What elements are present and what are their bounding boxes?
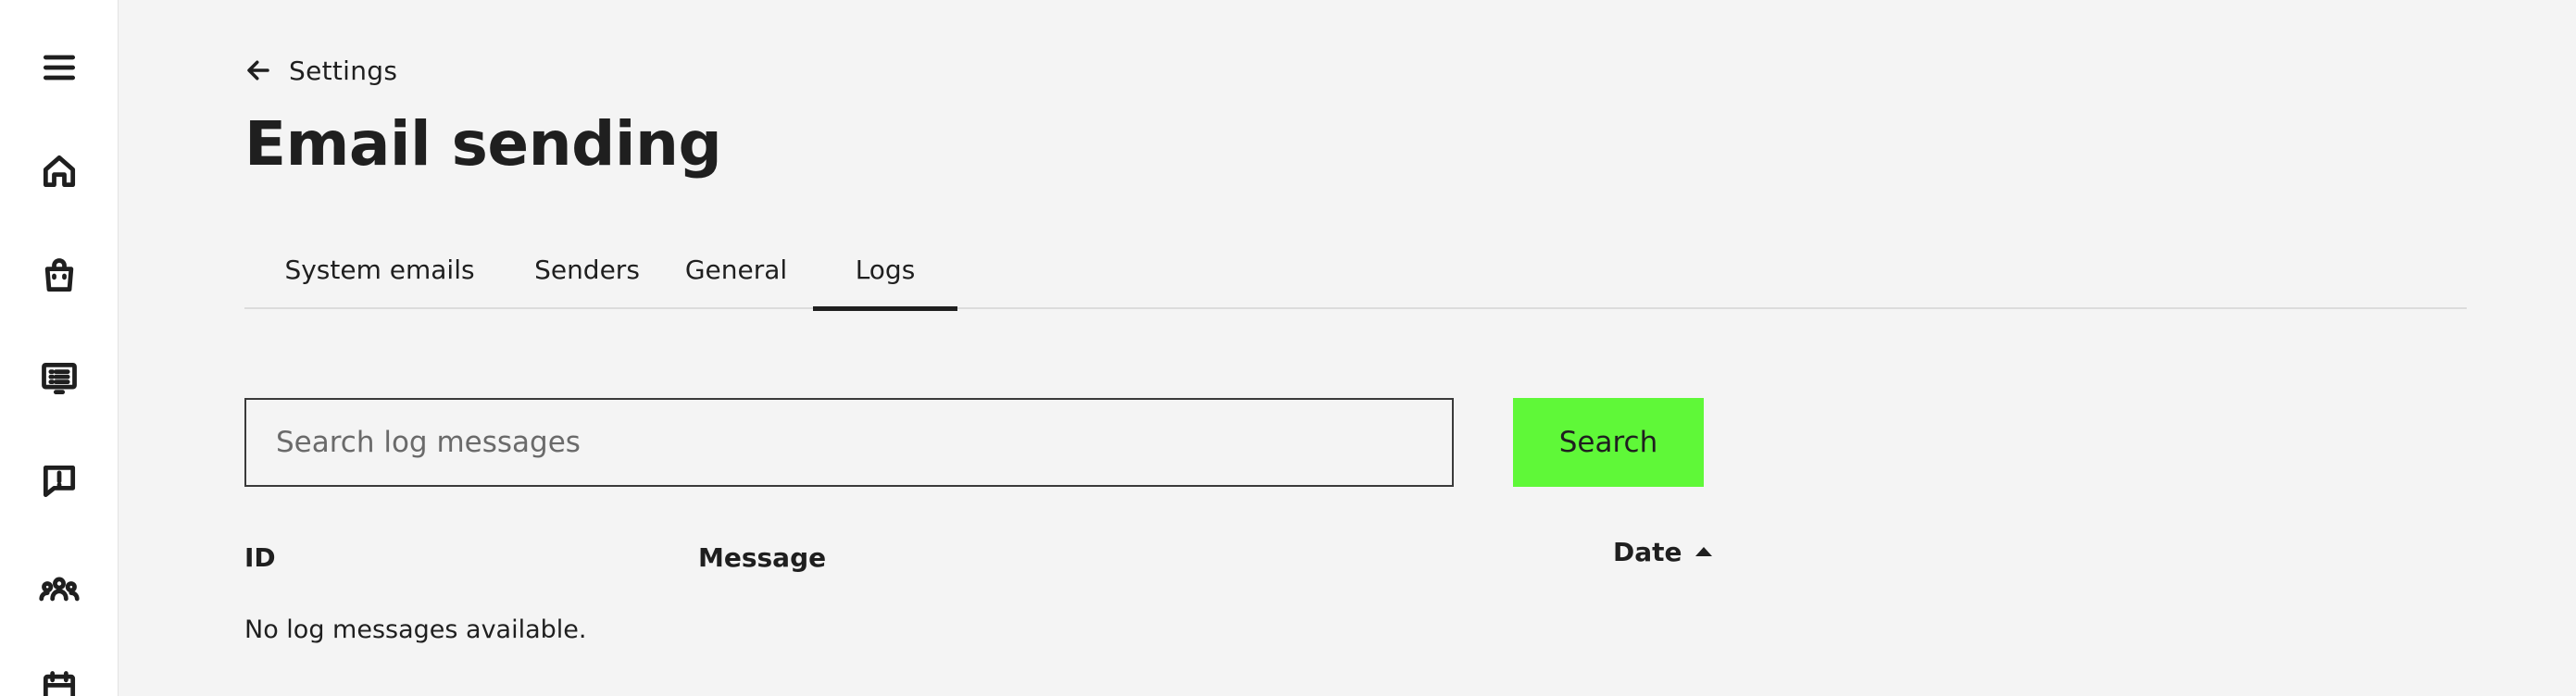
calendar-icon[interactable] [35,665,83,696]
breadcrumb[interactable]: Settings [244,52,397,89]
search-input[interactable] [244,398,1454,487]
tab-system-emails[interactable]: System emails [244,230,515,309]
tab-general[interactable]: General [659,230,813,309]
page-title: Email sending [244,108,722,180]
users-group-icon[interactable] [35,565,83,613]
column-header-date[interactable]: Date [1613,533,1712,570]
arrow-left-icon [247,60,269,81]
main-content: Settings Email sending System emails Sen… [119,0,2576,696]
breadcrumb-label: Settings [289,55,398,86]
column-header-message: Message [698,541,827,573]
tab-senders[interactable]: Senders [515,230,659,309]
sidebar [0,0,119,696]
alert-message-icon[interactable] [35,457,83,505]
empty-table-message: No log messages available. [244,615,587,644]
tab-logs[interactable]: Logs [813,230,957,311]
home-icon[interactable] [35,147,83,195]
menu-icon[interactable] [35,44,83,92]
sort-ascending-icon [1694,547,1712,556]
column-header-date-label: Date [1613,536,1682,567]
column-header-id: ID [244,541,276,573]
list-screen-icon[interactable] [35,354,83,403]
shopping-bag-icon[interactable] [35,252,83,300]
search-button[interactable]: Search [1513,398,1704,487]
tab-bar: System emails Senders General Logs [244,230,2467,311]
